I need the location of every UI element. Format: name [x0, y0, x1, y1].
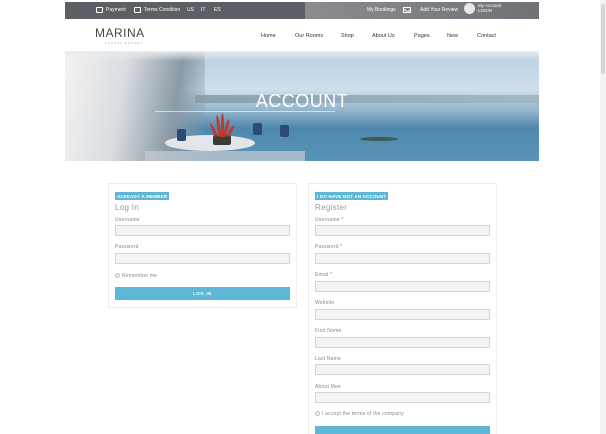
language-es[interactable]: ES	[214, 7, 221, 13]
document-icon	[134, 7, 141, 13]
register-about-input[interactable]	[315, 392, 490, 403]
my-bookings-link[interactable]: My Bookings	[367, 7, 396, 13]
payment-link[interactable]: Payment	[96, 7, 126, 13]
login-username-input[interactable]	[115, 225, 290, 236]
language-it[interactable]: IT	[201, 7, 205, 13]
hero-plant	[209, 111, 235, 138]
hero-island	[360, 137, 398, 141]
login-password-label: Password	[115, 244, 139, 250]
login-password-input[interactable]	[115, 253, 290, 264]
register-lastname-label: Last Name	[315, 356, 341, 362]
nav-contact[interactable]: Contact	[477, 33, 496, 39]
hero-banner: ACCOUNT	[65, 51, 539, 161]
register-firstname-label: First Name	[315, 328, 342, 334]
login-username-label: Username	[115, 217, 140, 223]
page-title: ACCOUNT	[255, 91, 349, 111]
remember-me-checkbox[interactable]	[115, 273, 120, 278]
site-logo[interactable]: MARINA	[95, 26, 145, 40]
nav-home[interactable]: Home	[261, 33, 276, 39]
nav-new[interactable]: New	[447, 33, 458, 39]
nav-shop[interactable]: Shop	[341, 33, 354, 39]
scrollbar-thumb[interactable]	[601, 4, 605, 74]
accept-terms-label: I accept the terms of the company	[322, 411, 404, 417]
accept-terms-checkbox[interactable]	[315, 411, 320, 416]
register-button[interactable]	[315, 426, 490, 434]
register-password-input[interactable]	[315, 253, 490, 264]
register-username-input[interactable]	[315, 225, 490, 236]
register-email-label: Email *	[315, 272, 333, 278]
my-account-link[interactable]: My Account LOGIN	[478, 3, 501, 13]
register-website-input[interactable]	[315, 309, 490, 320]
register-firstname-input[interactable]	[315, 337, 490, 348]
login-button[interactable]: LOG IN	[115, 287, 290, 300]
login-badge: ALREADY A MEMBER	[115, 192, 170, 200]
register-title: Register	[315, 203, 348, 212]
terms-link[interactable]: Terms Condition	[134, 7, 180, 13]
remember-me-label: Remember me	[122, 273, 158, 279]
mail-icon	[403, 7, 411, 13]
avatar[interactable]	[464, 3, 475, 14]
nav-our-rooms[interactable]: Our Rooms	[295, 33, 323, 39]
nav-about-us[interactable]: About Us	[372, 33, 395, 39]
register-email-input[interactable]	[315, 281, 490, 292]
login-title: Log In	[115, 203, 140, 212]
register-password-label: Password *	[315, 244, 343, 250]
register-website-label: Website	[315, 300, 335, 306]
register-username-label: Username *	[315, 217, 344, 223]
add-review-link[interactable]: Add Your Review	[403, 7, 458, 13]
nav-pages[interactable]: Pages	[414, 33, 430, 39]
payment-icon	[96, 7, 103, 13]
register-lastname-input[interactable]	[315, 364, 490, 375]
register-badge: I DO HAVE NOT AN ACCOUNT	[315, 192, 389, 200]
register-about-label: About Mee	[315, 384, 341, 390]
language-us[interactable]: US	[187, 7, 194, 13]
logo-tagline: LUXURY RESORT	[105, 41, 144, 45]
